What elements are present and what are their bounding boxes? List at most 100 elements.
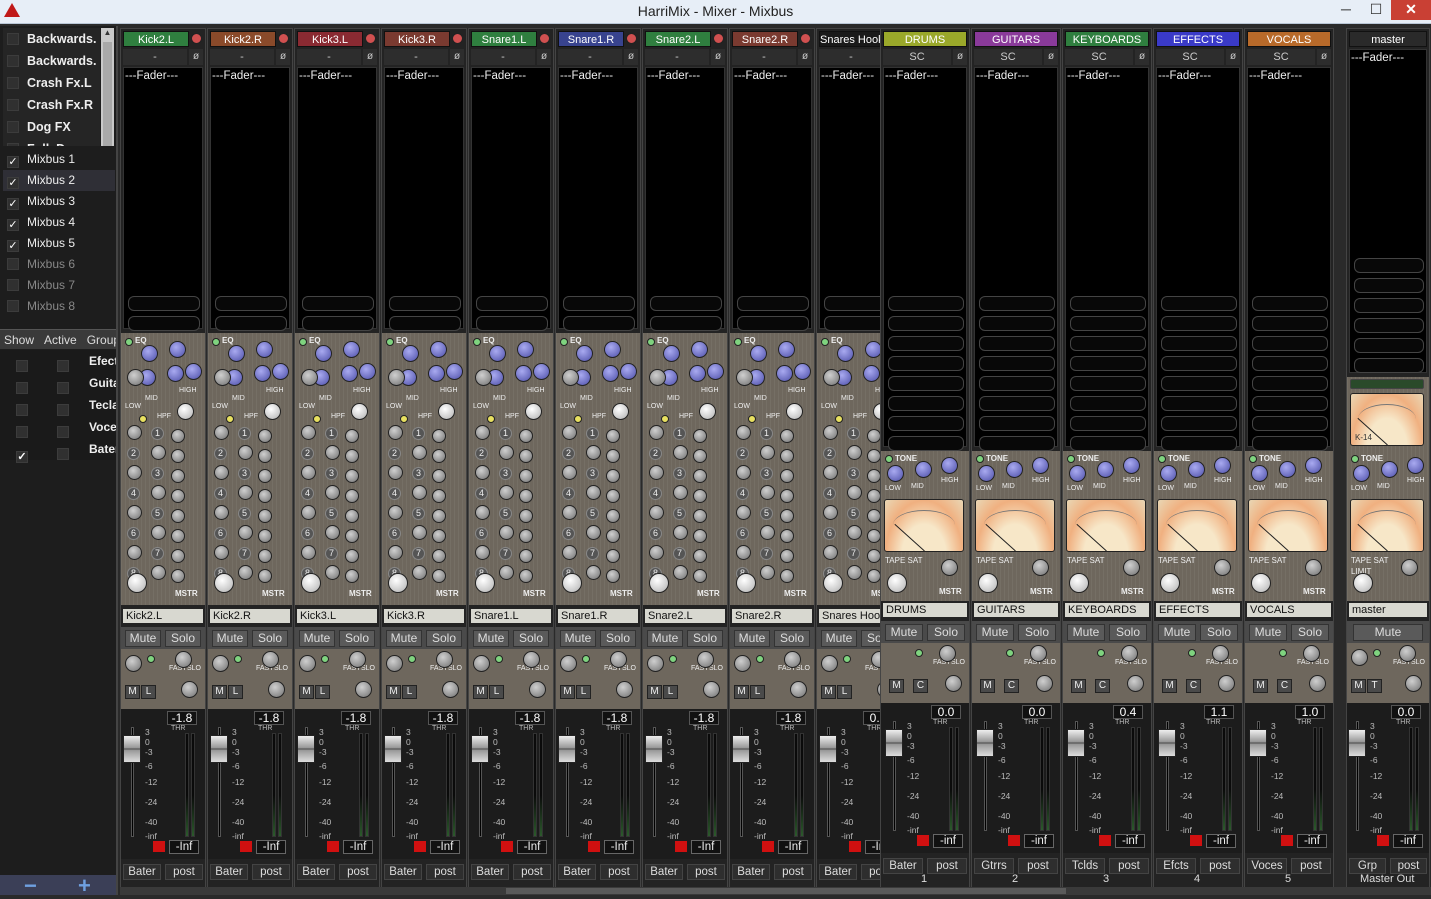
tape-sat-knob[interactable]: [941, 559, 958, 576]
hpf-led[interactable]: [661, 415, 669, 423]
send-knob[interactable]: [823, 545, 838, 560]
hpf-led[interactable]: [313, 415, 321, 423]
phase-invert-button[interactable]: ø: [624, 49, 638, 65]
comp-makeup-knob[interactable]: [1127, 675, 1144, 692]
peak-display[interactable]: -inf: [1297, 834, 1327, 848]
plugin-slot[interactable]: [215, 296, 287, 311]
gain-display[interactable]: 1.0: [1295, 705, 1325, 719]
peak-display[interactable]: -Inf: [517, 840, 547, 854]
plugin-slot[interactable]: [1252, 336, 1328, 351]
tone-knob[interactable]: [1353, 465, 1370, 482]
plugin-slot[interactable]: [888, 316, 964, 331]
send-knob[interactable]: [760, 485, 775, 500]
send-knob[interactable]: [238, 525, 253, 540]
active-column-header[interactable]: Active: [44, 333, 77, 347]
comp-mode-button[interactable]: L: [228, 685, 243, 699]
sidechain-button[interactable]: SC: [1156, 49, 1224, 65]
send-knob[interactable]: [673, 525, 688, 540]
comp-enable-led[interactable]: [669, 655, 677, 663]
hpf-led[interactable]: [487, 415, 495, 423]
eq-gain-knob[interactable]: [576, 345, 593, 362]
mixbus-list-item[interactable]: ✓ Mixbus 2: [3, 170, 115, 191]
comp-mode-button[interactable]: C: [1004, 679, 1019, 693]
group-active-cell[interactable]: [57, 443, 69, 465]
input-group-button[interactable]: Bater: [819, 864, 857, 880]
input-group-button[interactable]: Efcts: [1156, 858, 1196, 874]
send-level-knob[interactable]: [867, 449, 881, 463]
solo-button[interactable]: Solo: [1291, 624, 1329, 641]
comp-makeup-knob[interactable]: [1309, 675, 1326, 692]
input-group-button[interactable]: Bater: [123, 864, 161, 880]
mute-button[interactable]: Mute: [1158, 624, 1196, 641]
send-knob[interactable]: [673, 445, 688, 460]
comp-makeup-knob[interactable]: [529, 681, 546, 698]
fader-handle[interactable]: [645, 735, 663, 763]
send-level-knob[interactable]: [258, 569, 272, 583]
eq-enable-led[interactable]: [386, 338, 394, 346]
trim-knob[interactable]: [887, 573, 907, 593]
hpf-knob[interactable]: [438, 403, 455, 420]
eq-enable-led[interactable]: [821, 338, 829, 346]
send-level-knob[interactable]: [780, 449, 794, 463]
send-level-knob[interactable]: [867, 469, 881, 483]
hpf-led[interactable]: [574, 415, 582, 423]
send-level-knob[interactable]: [780, 469, 794, 483]
peak-indicator[interactable]: [917, 835, 929, 846]
mute-button[interactable]: Mute: [885, 624, 923, 641]
strip-visible-checkbox[interactable]: [7, 77, 19, 89]
send-level-knob[interactable]: [693, 489, 707, 503]
send-knob[interactable]: [736, 465, 751, 480]
comp-enable-led[interactable]: [408, 655, 416, 663]
send-knob[interactable]: [736, 425, 751, 440]
send-level-knob[interactable]: [693, 529, 707, 543]
send-level-knob[interactable]: [606, 549, 620, 563]
send-level-knob[interactable]: [606, 569, 620, 583]
send-knob[interactable]: [475, 545, 490, 560]
comp-enable-led[interactable]: [756, 655, 764, 663]
send-knob[interactable]: [847, 485, 862, 500]
send-knob[interactable]: [388, 425, 403, 440]
send-level-knob[interactable]: [258, 429, 272, 443]
peak-display[interactable]: -Inf: [778, 840, 808, 854]
send-knob[interactable]: [847, 565, 862, 580]
send-knob[interactable]: [673, 565, 688, 580]
meter-point-button[interactable]: post: [600, 864, 638, 880]
plugin-slot[interactable]: [128, 296, 200, 311]
tape-sat-knob[interactable]: [1305, 559, 1322, 576]
send-level-knob[interactable]: [867, 549, 881, 563]
eq-enable-led[interactable]: [212, 338, 220, 346]
mute-button[interactable]: Mute: [473, 630, 509, 647]
send-level-knob[interactable]: [345, 549, 359, 563]
channel-name-label[interactable]: VOCALS: [1247, 603, 1331, 617]
hpf-knob[interactable]: [786, 403, 803, 420]
eq-freq-knob[interactable]: [388, 369, 405, 386]
input-group-button[interactable]: Bater: [297, 864, 335, 880]
processor-box[interactable]: ---Fader---: [883, 67, 967, 451]
send-level-knob[interactable]: [432, 469, 446, 483]
plugin-slot[interactable]: [650, 316, 722, 331]
peak-indicator[interactable]: [1099, 835, 1111, 846]
tone-enable-led[interactable]: [885, 455, 893, 463]
comp-mode-m-button[interactable]: M: [1071, 679, 1086, 693]
input-button[interactable]: -: [123, 49, 187, 65]
processor-box[interactable]: ---Fader---: [1065, 67, 1149, 451]
comp-enable-led[interactable]: [234, 655, 242, 663]
gain-display[interactable]: -1.8: [254, 711, 284, 725]
comp-mode-m-button[interactable]: M: [386, 685, 401, 699]
channel-name-label[interactable]: Kick2.L: [123, 609, 203, 623]
send-level-knob[interactable]: [258, 469, 272, 483]
comp-mode-button[interactable]: L: [663, 685, 678, 699]
send-knob[interactable]: [388, 465, 403, 480]
send-level-knob[interactable]: [606, 449, 620, 463]
tone-enable-led[interactable]: [1249, 455, 1257, 463]
send-level-knob[interactable]: [693, 569, 707, 583]
send-knob[interactable]: [151, 525, 166, 540]
send-level-knob[interactable]: [345, 569, 359, 583]
comp-attack-knob[interactable]: [1303, 645, 1320, 662]
send-knob[interactable]: [475, 425, 490, 440]
comp-attack-knob[interactable]: [1212, 645, 1229, 662]
trim-knob[interactable]: [1251, 573, 1271, 593]
tone-knob[interactable]: [1279, 461, 1296, 478]
send-level-knob[interactable]: [432, 529, 446, 543]
comp-makeup-knob[interactable]: [442, 681, 459, 698]
